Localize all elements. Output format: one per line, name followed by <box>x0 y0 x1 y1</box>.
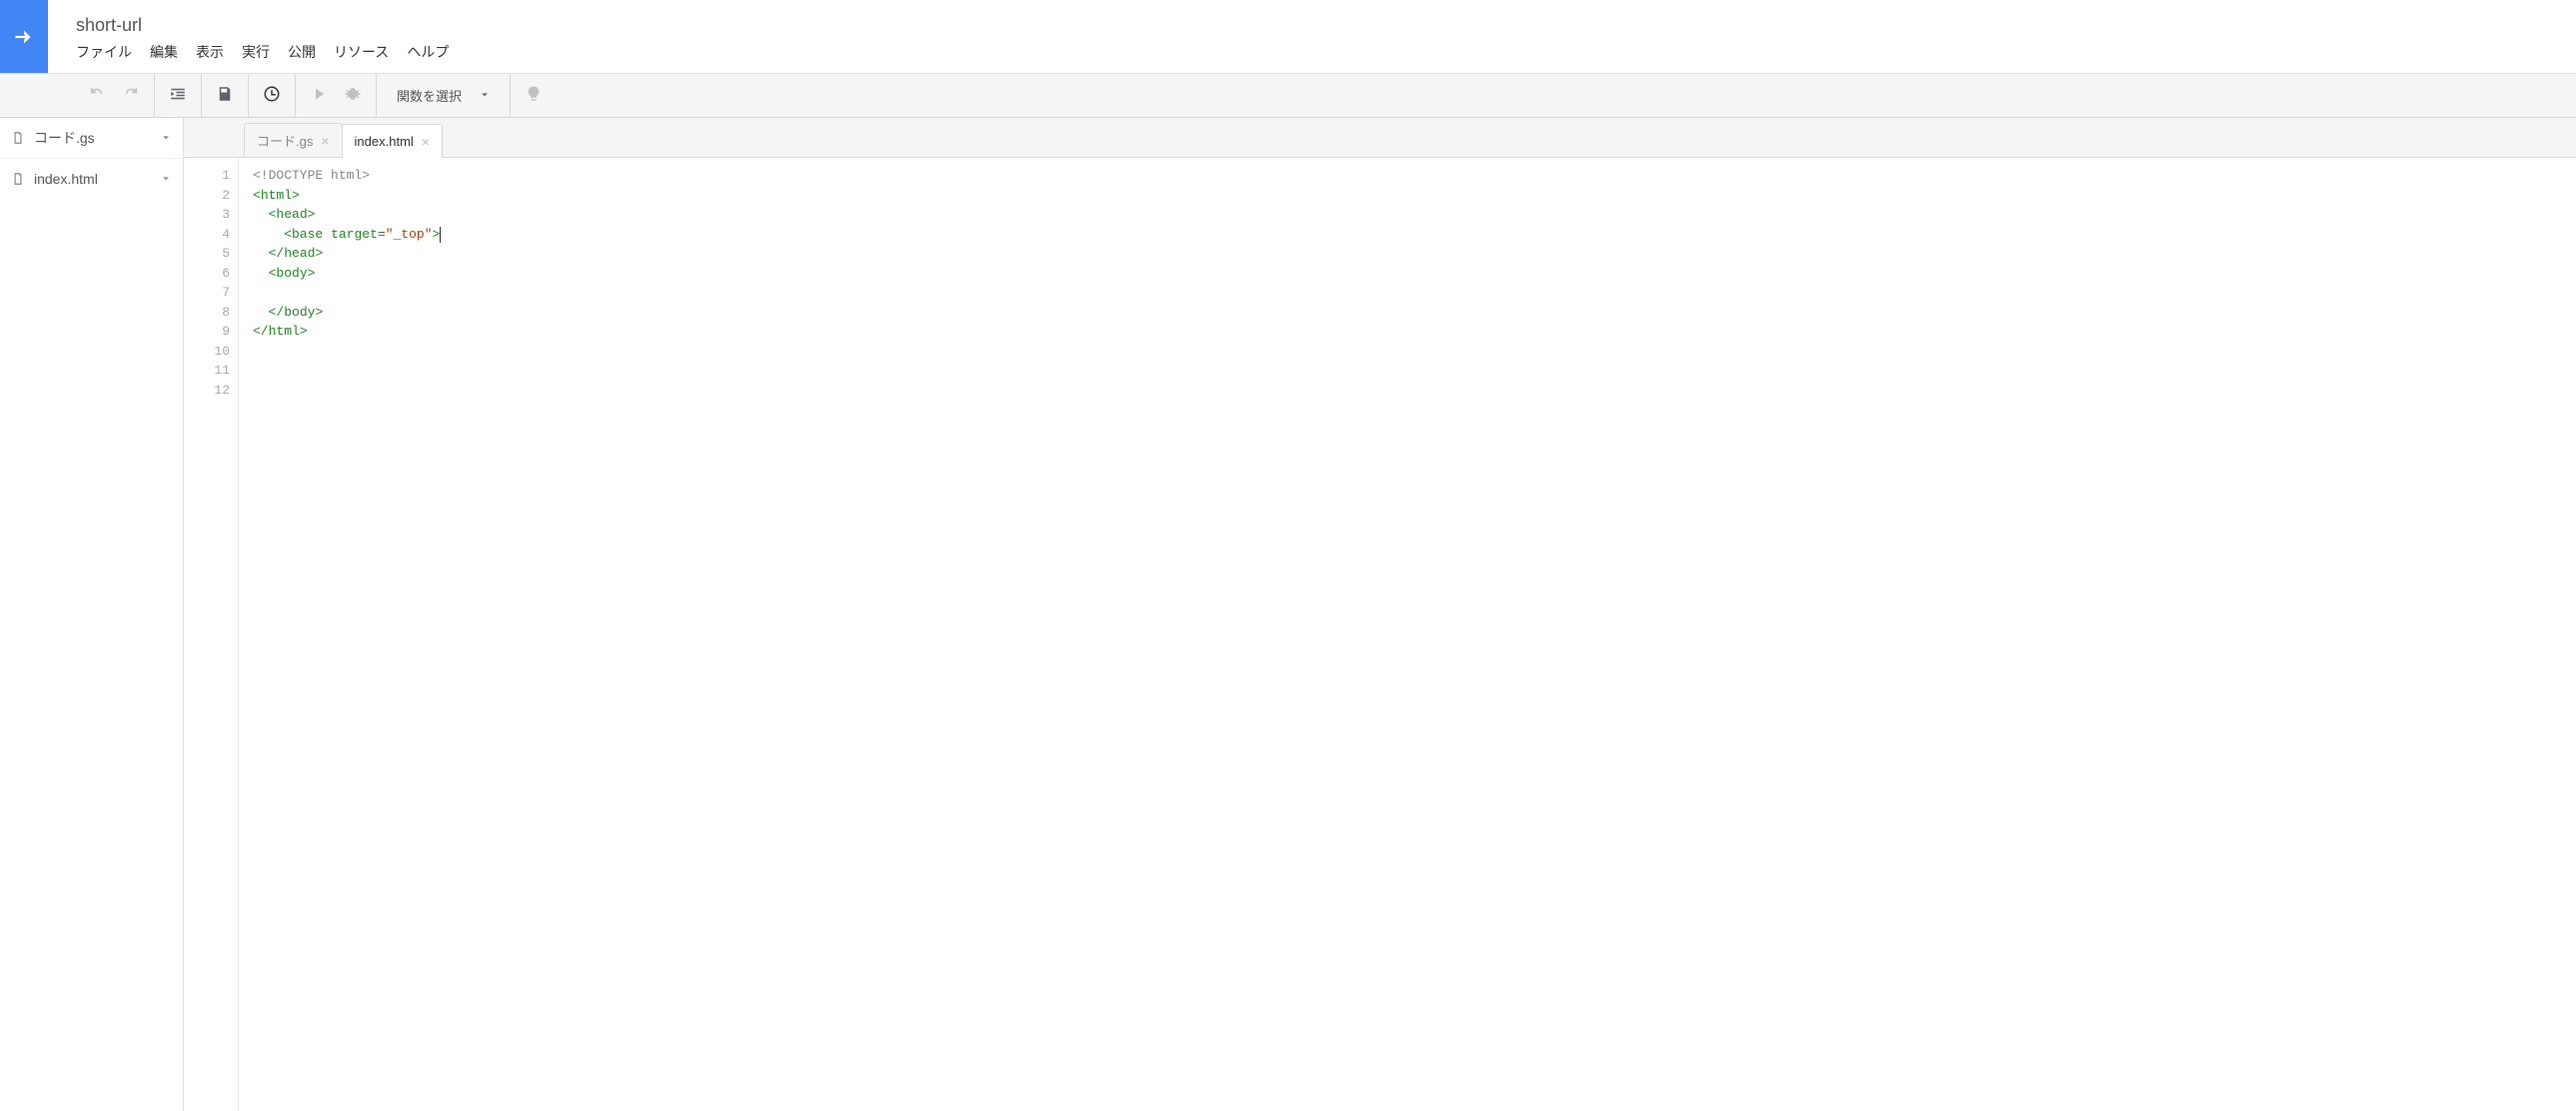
tab-code-gs[interactable]: コード.gs × <box>244 123 343 157</box>
close-icon[interactable]: × <box>422 135 430 149</box>
apps-script-logo[interactable] <box>0 0 48 73</box>
close-icon[interactable]: × <box>321 134 329 148</box>
clock-icon <box>263 85 281 106</box>
tab-label: コード.gs <box>257 131 313 150</box>
file-sidebar: コード.gs index.html <box>0 118 184 1111</box>
lightbulb-icon <box>525 85 543 106</box>
undo-icon <box>88 85 106 106</box>
save-button[interactable] <box>208 74 242 118</box>
document-tabs: コード.gs × index.html × <box>184 118 2576 158</box>
sidebar-file-index-html[interactable]: index.html <box>0 159 183 199</box>
title-menu-block: short-url ファイル 編集 表示 実行 公開 リソース ヘルプ <box>48 0 449 73</box>
triggers-button[interactable] <box>255 74 289 118</box>
menu-resources[interactable]: リソース <box>334 42 389 62</box>
chevron-down-icon <box>480 88 490 103</box>
function-select-label: 関数を選択 <box>397 86 462 105</box>
file-icon <box>10 131 26 145</box>
editor-area: コード.gs × index.html × 123456789101112 <!… <box>184 118 2576 1111</box>
lightbulb-button[interactable] <box>517 74 551 118</box>
menu-run[interactable]: 実行 <box>242 42 270 62</box>
redo-button[interactable] <box>114 74 148 118</box>
header-bar: short-url ファイル 編集 表示 実行 公開 リソース ヘルプ <box>0 0 2576 74</box>
sidebar-file-label: コード.gs <box>34 128 159 148</box>
function-select[interactable]: 関数を選択 <box>383 74 504 118</box>
menu-publish[interactable]: 公開 <box>288 42 316 62</box>
save-icon <box>216 85 234 106</box>
code-content[interactable]: <!DOCTYPE html><html> <head> <base targe… <box>239 158 440 1111</box>
bug-icon <box>344 85 362 106</box>
indent-button[interactable] <box>161 74 195 118</box>
menu-help[interactable]: ヘルプ <box>407 42 449 62</box>
tab-label: index.html <box>355 134 414 149</box>
indent-icon <box>169 85 187 106</box>
debug-button[interactable] <box>336 74 370 118</box>
text-cursor <box>440 227 441 243</box>
sidebar-file-label: index.html <box>34 171 159 187</box>
run-button[interactable] <box>302 74 336 118</box>
file-icon <box>10 172 26 186</box>
play-icon <box>310 85 328 106</box>
menu-file[interactable]: ファイル <box>76 42 132 62</box>
chevron-down-icon[interactable] <box>159 174 173 184</box>
tab-index-html[interactable]: index.html × <box>342 124 443 158</box>
main-area: コード.gs index.html コード.gs × index.html × … <box>0 118 2576 1111</box>
menu-view[interactable]: 表示 <box>196 42 224 62</box>
project-title[interactable]: short-url <box>76 15 449 36</box>
line-gutter: 123456789101112 <box>184 158 239 1111</box>
menu-bar: ファイル 編集 表示 実行 公開 リソース ヘルプ <box>76 42 449 62</box>
toolbar: 関数を選択 <box>0 74 2576 118</box>
sidebar-file-code-gs[interactable]: コード.gs <box>0 118 183 158</box>
menu-edit[interactable]: 編集 <box>150 42 178 62</box>
code-editor[interactable]: 123456789101112 <!DOCTYPE html><html> <h… <box>184 158 2576 1111</box>
chevron-down-icon[interactable] <box>159 133 173 143</box>
undo-button[interactable] <box>80 74 114 118</box>
redo-icon <box>122 85 140 106</box>
